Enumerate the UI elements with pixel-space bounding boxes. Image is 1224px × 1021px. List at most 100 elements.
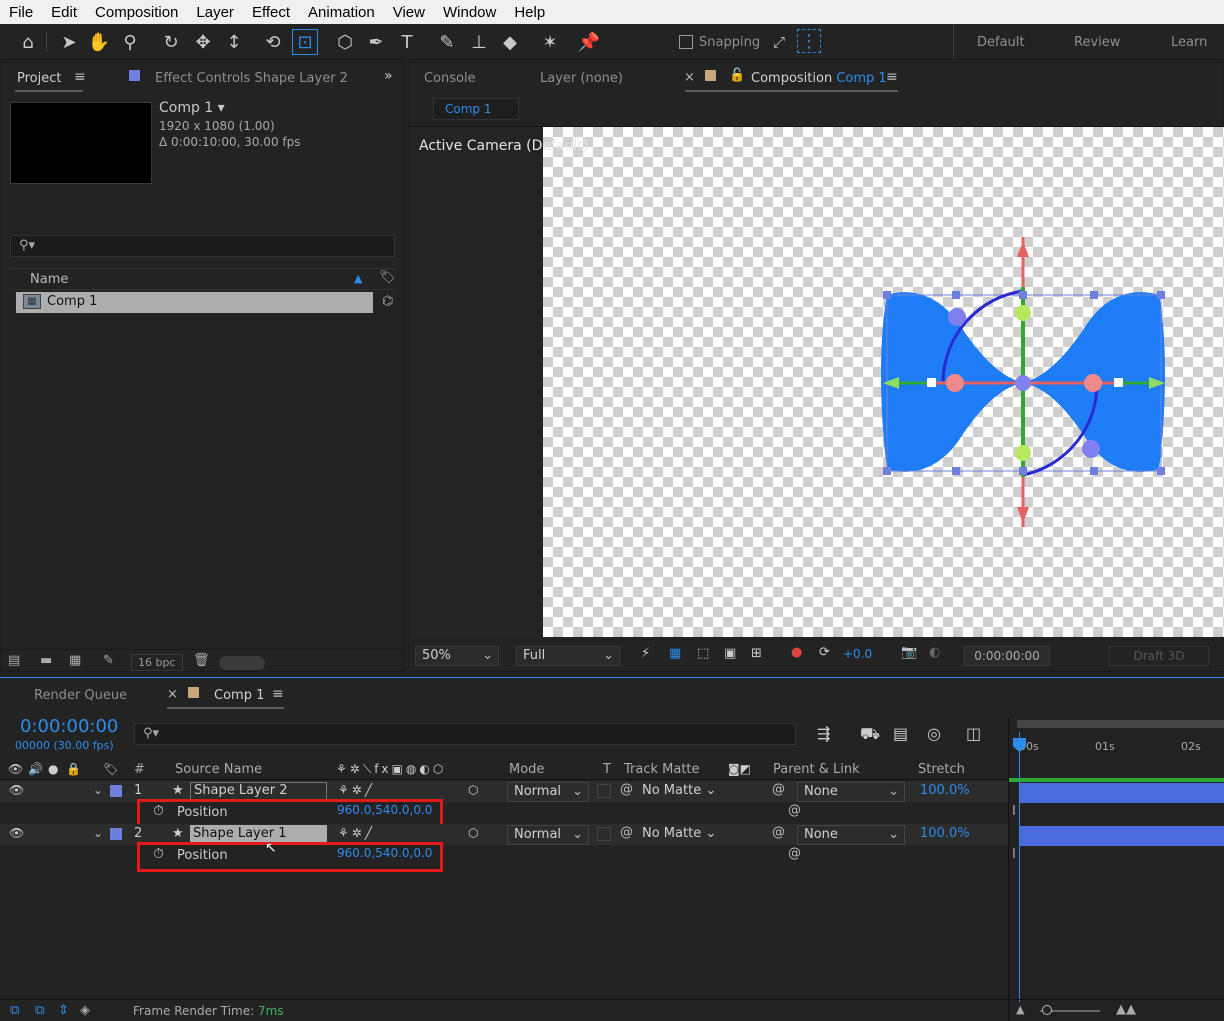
tab-composition[interactable]: Composition Comp 1 <box>751 71 887 86</box>
snapshot-icon[interactable]: 📷 <box>901 645 917 660</box>
pen-tool-icon[interactable]: ✒ <box>363 29 389 55</box>
orbit-tool-icon[interactable]: ↻ <box>158 29 184 55</box>
thumbnail-slider[interactable] <box>219 656 265 670</box>
video-switch-icon[interactable]: 👁 <box>8 762 23 776</box>
transfer-controls-toggle-icon[interactable]: ⧉ <box>35 1003 44 1018</box>
graph-editor-icon[interactable]: ◫ <box>966 724 981 743</box>
blend-mode-dropdown[interactable]: Normal ⌄ <box>507 825 589 845</box>
audio-switch-icon[interactable]: 🔊 <box>28 762 43 776</box>
show-snapshot-icon[interactable]: ◐ <box>929 645 940 660</box>
eye-icon[interactable]: 👁 <box>9 783 24 797</box>
layer-label-swatch[interactable] <box>110 785 122 797</box>
delete-icon[interactable]: 🗑 <box>193 653 210 668</box>
motion-blur-icon[interactable]: ◎ <box>927 724 941 743</box>
dolly-tool-icon[interactable]: ↕ <box>221 29 247 55</box>
menu-edit[interactable]: Edit <box>42 4 86 21</box>
transparency-grid-icon[interactable]: ▦ <box>669 646 681 661</box>
grid-guides-icon[interactable]: ⊞ <box>751 646 762 661</box>
clone-stamp-tool-icon[interactable]: ⊥ <box>466 29 492 55</box>
stretch-value[interactable]: 100.0% <box>920 826 970 841</box>
work-area-bar[interactable] <box>1017 720 1224 728</box>
expression-pickwhip-icon[interactable]: @ <box>788 846 801 861</box>
tab-timeline-comp[interactable]: Comp 1 <box>214 688 264 703</box>
timeline-search-input[interactable]: ⚲▾ <box>134 723 796 745</box>
layer-name[interactable]: Shape Layer 2 <box>190 782 327 800</box>
layer-label-swatch[interactable] <box>110 828 122 840</box>
zoom-in-icon[interactable]: ▲▲ <box>1116 1002 1136 1017</box>
hand-tool-icon[interactable]: ✋ <box>86 29 112 55</box>
render-time-toggle-icon[interactable]: ◈ <box>80 1003 90 1018</box>
magnification-dropdown[interactable]: 50% ⌄ <box>415 646 499 666</box>
rotate-tool-icon[interactable]: ⟲ <box>260 29 286 55</box>
puppet-tool-icon[interactable]: 📌 <box>576 29 602 55</box>
stretch-value[interactable]: 100.0% <box>920 783 970 798</box>
roto-brush-tool-icon[interactable]: ✶ <box>537 29 563 55</box>
mask-visibility-icon[interactable]: ⬚ <box>697 646 709 661</box>
column-name[interactable]: Name <box>30 272 68 287</box>
layer-duration-bar-2[interactable] <box>1019 826 1224 846</box>
comp-panel-menu-icon[interactable]: ≡ <box>886 69 898 85</box>
preserve-transparency-checkbox[interactable] <box>597 784 611 798</box>
close-tab-icon[interactable]: × <box>684 70 695 85</box>
close-timeline-tab-icon[interactable]: × <box>167 687 178 702</box>
project-search-input[interactable]: ⚲▾ <box>10 235 395 257</box>
composition-mini-flowchart-icon[interactable]: ⇶ <box>817 724 830 743</box>
3d-layer-icon[interactable]: ⬡ <box>468 826 478 840</box>
reset-exposure-icon[interactable]: ⟳ <box>819 645 830 660</box>
column-source-name[interactable]: Source Name <box>175 762 262 777</box>
resolution-dropdown[interactable]: Full ⌄ <box>516 646 620 666</box>
tab-render-queue[interactable]: Render Queue <box>34 688 127 703</box>
frame-blending-icon[interactable]: ▤ <box>893 724 908 743</box>
timeline-menu-icon[interactable]: ≡ <box>272 686 284 702</box>
adjust-settings-icon[interactable]: ✎ <box>103 653 114 668</box>
menu-layer[interactable]: Layer <box>187 4 243 21</box>
flowchart-icon[interactable]: ⌬ <box>382 294 393 309</box>
solo-switch-icon[interactable]: ● <box>48 762 58 776</box>
viewer-timecode[interactable]: 0:00:00:00 <box>964 646 1050 666</box>
workspace-review[interactable]: Review <box>1074 35 1120 50</box>
menu-file[interactable]: File <box>0 4 42 21</box>
brush-tool-icon[interactable]: ✎ <box>434 29 460 55</box>
draft-3d-toggle-icon[interactable]: ⛟ <box>860 724 880 745</box>
tab-layer[interactable]: Layer (none) <box>540 71 623 86</box>
sort-ascending-icon[interactable]: ▲ <box>354 272 362 285</box>
eraser-tool-icon[interactable]: ◆ <box>497 29 523 55</box>
bit-depth-button[interactable]: 16 bpc <box>131 654 183 671</box>
panel-menu-icon[interactable]: ≡ <box>74 69 86 85</box>
track-matte-dropdown[interactable]: No Matte ⌄ <box>642 783 716 798</box>
channel-icon[interactable]: ● <box>791 645 802 660</box>
current-time[interactable]: 0:00:00:00 <box>20 716 118 737</box>
parent-pickwhip-icon[interactable]: @ <box>772 825 785 840</box>
region-of-interest-icon[interactable]: ▣ <box>724 646 736 661</box>
menu-animation[interactable]: Animation <box>299 4 384 21</box>
fast-previews-icon[interactable]: ⚡ <box>641 646 650 661</box>
home-icon[interactable]: ⌂ <box>15 29 41 55</box>
parent-dropdown[interactable]: None ⌄ <box>797 782 905 802</box>
layer-switches[interactable]: ⚘✲╱ <box>338 783 375 797</box>
twirl-down-icon[interactable]: ⌄ <box>93 783 103 797</box>
zoom-out-icon[interactable]: ▲ <box>1016 1003 1024 1016</box>
label-column-icon[interactable]: 🏷 <box>103 762 118 776</box>
lock-switch-icon[interactable]: 🔒 <box>66 762 81 776</box>
snap-options-icon[interactable]: ⤢ <box>766 29 792 55</box>
comp-navigator-tab[interactable]: Comp 1 <box>433 98 519 120</box>
workspace-default[interactable]: Default <box>977 35 1025 50</box>
shape-layer-graphic[interactable] <box>871 227 1191 547</box>
shape-tool-icon[interactable]: ⬡ <box>332 29 358 55</box>
lock-icon[interactable]: 🔓 <box>729 68 745 83</box>
expression-pickwhip-icon[interactable]: @ <box>788 803 801 818</box>
matte-pickwhip-icon[interactable]: @ <box>620 825 633 840</box>
tab-effect-controls[interactable]: Effect Controls Shape Layer 2 <box>155 71 348 86</box>
3d-layer-icon[interactable]: ⬡ <box>468 783 478 797</box>
interpret-footage-icon[interactable]: ▤ <box>8 653 20 668</box>
snap-mode-icon[interactable]: ⋮ <box>797 29 821 53</box>
timeline-graph-area[interactable]: 00s 01s 02s I I <box>1008 718 1224 1021</box>
menu-view[interactable]: View <box>384 4 434 21</box>
playhead-line[interactable] <box>1019 732 1020 1002</box>
in-out-toggle-icon[interactable]: ⇕ <box>58 1003 69 1018</box>
project-item-comp[interactable]: ▦ Comp 1 <box>16 292 373 313</box>
layer-switches[interactable]: ⚘✲╱ <box>338 826 375 840</box>
exposure-value[interactable]: +0.0 <box>843 647 872 661</box>
selection-tool-icon[interactable]: ➤ <box>56 29 82 55</box>
workspace-learn[interactable]: Learn <box>1171 35 1207 50</box>
